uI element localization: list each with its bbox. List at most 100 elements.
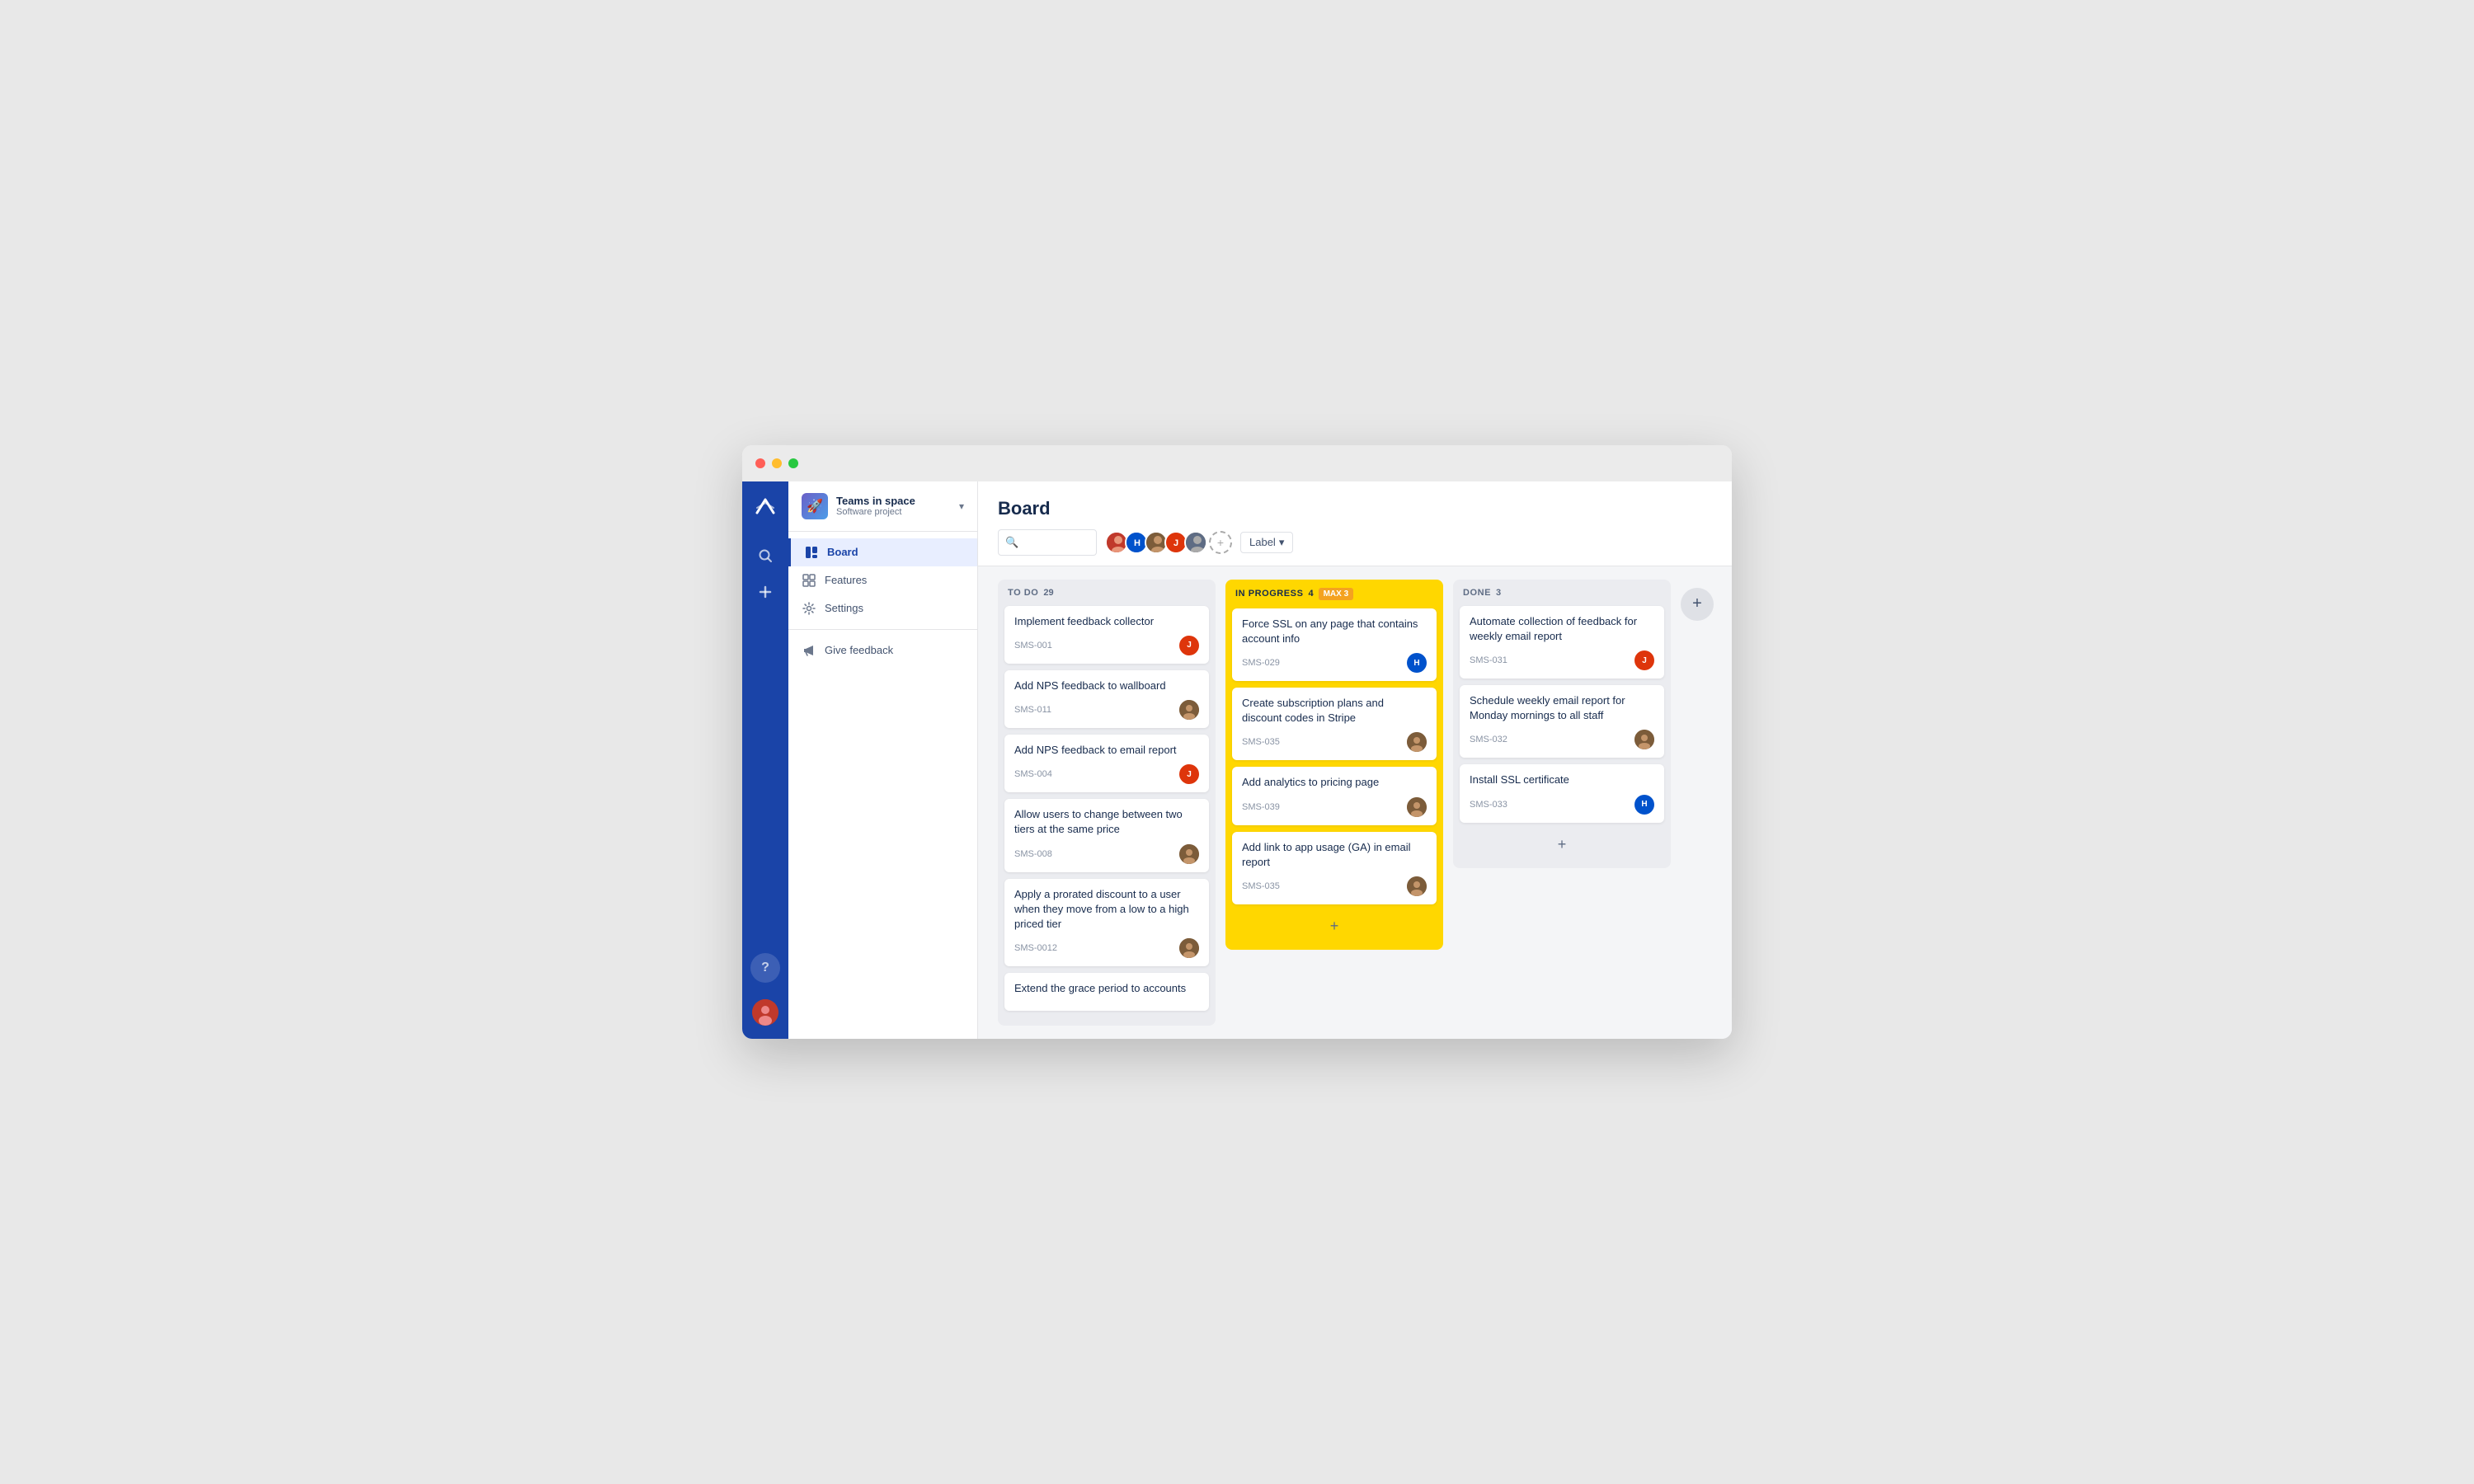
card-sms-033-avatar: H bbox=[1634, 795, 1654, 815]
project-type: Software project bbox=[836, 507, 959, 517]
sidebar-item-settings[interactable]: Settings bbox=[788, 594, 977, 622]
card-sms-001-footer: SMS-001 J bbox=[1014, 636, 1199, 655]
column-done-title: DONE bbox=[1463, 588, 1491, 598]
column-in-progress: IN PROGRESS 4 MAX 3 Force SSL on any pag… bbox=[1225, 580, 1443, 950]
card-sms-039[interactable]: Add analytics to pricing page SMS-039 bbox=[1232, 767, 1437, 824]
card-sms-032-avatar bbox=[1634, 730, 1654, 749]
column-todo-title: TO DO bbox=[1008, 588, 1038, 598]
add-card-done[interactable]: + bbox=[1460, 829, 1664, 860]
column-done-count: 3 bbox=[1496, 588, 1501, 598]
avatar-group: H J + bbox=[1105, 531, 1232, 554]
project-icon: 🚀 bbox=[802, 493, 828, 519]
card-sms-035b-text: Add link to app usage (GA) in email repo… bbox=[1242, 840, 1427, 870]
card-extend[interactable]: Extend the grace period to accounts bbox=[1004, 973, 1209, 1011]
project-name: Teams in space bbox=[836, 495, 959, 507]
sidebar-item-board[interactable]: Board bbox=[788, 538, 977, 566]
card-sms-001-avatar: J bbox=[1179, 636, 1199, 655]
svg-text:H: H bbox=[1134, 538, 1141, 548]
card-sms-035a[interactable]: Create subscription plans and discount c… bbox=[1232, 688, 1437, 760]
card-sms-031-text: Automate collection of feedback for week… bbox=[1470, 614, 1654, 644]
add-avatar-button[interactable]: + bbox=[1209, 531, 1232, 554]
card-sms-031-avatar: J bbox=[1634, 650, 1654, 670]
card-sms-035a-footer: SMS-035 bbox=[1242, 732, 1427, 752]
add-card-in-progress[interactable]: + bbox=[1232, 911, 1437, 942]
card-sms-0012[interactable]: Apply a prorated discount to a user when… bbox=[1004, 879, 1209, 967]
help-icon-bar[interactable]: ? bbox=[750, 953, 780, 983]
card-sms-004-id: SMS-004 bbox=[1014, 769, 1052, 779]
card-sms-008-avatar bbox=[1179, 844, 1199, 864]
card-sms-011-avatar bbox=[1179, 700, 1199, 720]
card-sms-011-footer: SMS-011 bbox=[1014, 700, 1199, 720]
card-sms-035b-id: SMS-035 bbox=[1242, 881, 1280, 891]
features-nav-label: Features bbox=[825, 574, 867, 586]
icon-bar-bottom: ? bbox=[750, 953, 780, 1026]
user-avatar-bar[interactable] bbox=[752, 999, 778, 1026]
card-sms-032[interactable]: Schedule weekly email report for Monday … bbox=[1460, 685, 1664, 758]
card-sms-035a-text: Create subscription plans and discount c… bbox=[1242, 696, 1427, 726]
card-sms-004-avatar: J bbox=[1179, 764, 1199, 784]
card-sms-029[interactable]: Force SSL on any page that contains acco… bbox=[1232, 608, 1437, 681]
card-sms-035b[interactable]: Add link to app usage (GA) in email repo… bbox=[1232, 832, 1437, 904]
maximize-button[interactable] bbox=[788, 458, 798, 468]
card-sms-035b-footer: SMS-035 bbox=[1242, 876, 1427, 896]
card-sms-0012-text: Apply a prorated discount to a user when… bbox=[1014, 887, 1199, 932]
search-bar[interactable]: 🔍 bbox=[998, 529, 1097, 556]
card-sms-033-text: Install SSL certificate bbox=[1470, 773, 1654, 787]
card-sms-0012-id: SMS-0012 bbox=[1014, 943, 1057, 953]
main-header: Board 🔍 H bbox=[978, 481, 1732, 566]
max-badge: MAX 3 bbox=[1319, 588, 1354, 600]
settings-icon bbox=[802, 601, 816, 616]
card-sms-039-text: Add analytics to pricing page bbox=[1242, 775, 1427, 790]
minimize-button[interactable] bbox=[772, 458, 782, 468]
card-sms-004[interactable]: Add NPS feedback to email report SMS-004… bbox=[1004, 735, 1209, 792]
megaphone-icon bbox=[802, 643, 816, 658]
card-sms-008-id: SMS-008 bbox=[1014, 849, 1052, 859]
column-done-header: DONE 3 bbox=[1460, 588, 1664, 598]
board-toolbar: 🔍 H J bbox=[998, 529, 1712, 556]
card-sms-033-footer: SMS-033 H bbox=[1470, 795, 1654, 815]
card-sms-001-text: Implement feedback collector bbox=[1014, 614, 1199, 629]
search-icon: 🔍 bbox=[1005, 536, 1018, 549]
card-sms-029-text: Force SSL on any page that contains acco… bbox=[1242, 617, 1427, 646]
svg-text:J: J bbox=[1174, 538, 1178, 548]
search-icon-bar[interactable] bbox=[750, 541, 780, 571]
card-sms-029-id: SMS-029 bbox=[1242, 658, 1280, 668]
add-column-button[interactable]: + bbox=[1681, 588, 1714, 621]
project-selector[interactable]: 🚀 Teams in space Software project ▾ bbox=[788, 481, 977, 532]
icon-bar: ? bbox=[742, 481, 788, 1040]
card-sms-004-text: Add NPS feedback to email report bbox=[1014, 743, 1199, 758]
project-info: Teams in space Software project bbox=[836, 495, 959, 517]
card-sms-001[interactable]: Implement feedback collector SMS-001 J bbox=[1004, 606, 1209, 664]
card-sms-031[interactable]: Automate collection of feedback for week… bbox=[1460, 606, 1664, 679]
main-content: Board 🔍 H bbox=[978, 481, 1732, 1040]
column-done: DONE 3 Automate collection of feedback f… bbox=[1453, 580, 1671, 868]
app-logo bbox=[752, 495, 778, 521]
app-window: ? 🚀 Teams in space Software project bbox=[742, 445, 1732, 1040]
card-sms-032-id: SMS-032 bbox=[1470, 735, 1507, 744]
card-sms-011-id: SMS-011 bbox=[1014, 705, 1051, 715]
card-sms-008[interactable]: Allow users to change between two tiers … bbox=[1004, 799, 1209, 871]
board-icon bbox=[804, 545, 819, 560]
give-feedback-item[interactable]: Give feedback bbox=[788, 636, 977, 665]
card-sms-033[interactable]: Install SSL certificate SMS-033 H bbox=[1460, 764, 1664, 822]
sidebar-item-features[interactable]: Features bbox=[788, 566, 977, 594]
label-filter[interactable]: Label ▾ bbox=[1240, 532, 1293, 553]
page-title: Board bbox=[998, 498, 1712, 519]
card-sms-035a-avatar bbox=[1407, 732, 1427, 752]
card-sms-011[interactable]: Add NPS feedback to wallboard SMS-011 bbox=[1004, 670, 1209, 728]
column-in-progress-count: 4 bbox=[1308, 589, 1313, 599]
column-todo-header: TO DO 29 bbox=[1004, 588, 1209, 598]
board-nav-label: Board bbox=[827, 546, 858, 558]
close-button[interactable] bbox=[755, 458, 765, 468]
card-sms-029-footer: SMS-029 H bbox=[1242, 653, 1427, 673]
board-area: TO DO 29 Implement feedback collector SM… bbox=[978, 566, 1732, 1040]
sidebar: 🚀 Teams in space Software project ▾ bbox=[788, 481, 978, 1040]
card-sms-029-avatar: H bbox=[1407, 653, 1427, 673]
sidebar-divider bbox=[788, 629, 977, 630]
card-sms-031-footer: SMS-031 J bbox=[1470, 650, 1654, 670]
column-in-progress-header: IN PROGRESS 4 MAX 3 bbox=[1232, 588, 1437, 600]
add-icon-bar[interactable] bbox=[750, 577, 780, 607]
card-sms-0012-avatar bbox=[1179, 938, 1199, 958]
label-filter-text: Label bbox=[1249, 536, 1276, 548]
avatar-5[interactable] bbox=[1184, 531, 1207, 554]
